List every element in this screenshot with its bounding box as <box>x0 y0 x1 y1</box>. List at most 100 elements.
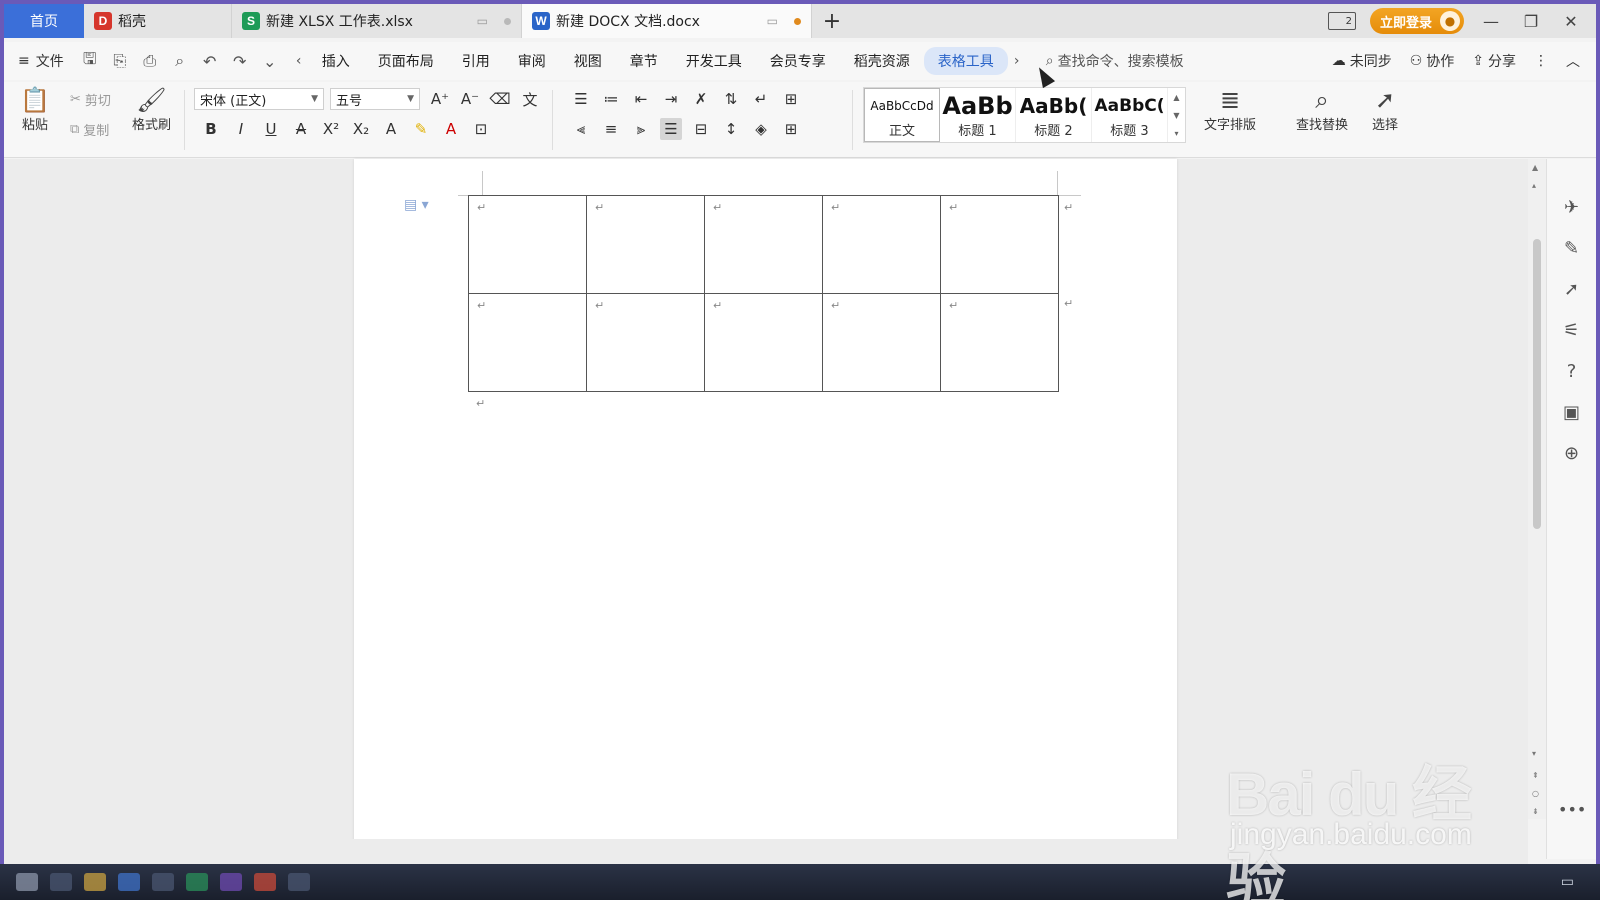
font-size-select[interactable]: 五号 ▼ <box>330 88 420 110</box>
phonetic-guide-icon[interactable]: 文 <box>519 88 541 110</box>
doc-options-icon[interactable]: ▤ ▾ <box>404 197 429 213</box>
save-icon[interactable]: 🖫 <box>80 48 100 75</box>
table-cell[interactable]: ↵ <box>468 195 587 294</box>
chevron-right-icon[interactable]: › <box>1008 53 1026 69</box>
notification-icon[interactable]: ▭ <box>1561 874 1600 890</box>
scroll-thumb[interactable] <box>1533 239 1541 529</box>
align-left-icon[interactable]: ⫷ <box>570 118 592 140</box>
command-search[interactable]: ⌕ 查找命令、搜索模板 <box>1046 51 1184 71</box>
paste-button[interactable]: 📋 粘贴 <box>20 86 50 133</box>
print-icon[interactable]: ⎙ <box>140 51 160 71</box>
taskbar-app-icon[interactable] <box>84 873 106 891</box>
restore-icon[interactable]: ❐ <box>1518 12 1544 31</box>
more-horizontal-icon[interactable]: ••• <box>1558 800 1586 819</box>
font-color-icon[interactable]: A <box>440 118 462 140</box>
bullet-list-icon[interactable]: ☰ <box>570 88 592 110</box>
borders-icon[interactable]: ⊞ <box>780 118 802 140</box>
text-layout-button[interactable]: ≣ 文字排版 <box>1204 86 1256 133</box>
format-painter-button[interactable]: 🖌 格式刷 <box>132 86 171 133</box>
grow-font-icon[interactable]: A⁺ <box>429 88 451 110</box>
export-pdf-icon[interactable]: ⎘ <box>110 51 130 71</box>
font-name-select[interactable]: 宋体 (正文) ▼ <box>194 88 324 110</box>
style-heading-1[interactable]: AaBb 标题 1 <box>940 88 1016 142</box>
next-page-icon[interactable]: ⇟ <box>1532 807 1539 816</box>
scroll-up-icon[interactable]: ▴ <box>1532 181 1536 190</box>
increase-indent-icon[interactable]: ⇥ <box>660 88 682 110</box>
menu-insert[interactable]: 插入 <box>308 47 364 75</box>
taskbar-app-icon[interactable] <box>152 873 174 891</box>
select-browse-icon[interactable]: ○ <box>1532 789 1539 798</box>
minimize-icon[interactable]: — <box>1478 12 1504 31</box>
navigation-icon[interactable]: ⊕ <box>1560 441 1584 465</box>
menu-references[interactable]: 引用 <box>448 47 504 75</box>
justify-icon[interactable]: ☰ <box>660 118 682 140</box>
chinese-layout-icon[interactable]: ✗ <box>690 88 712 110</box>
tab-xlsx[interactable]: S 新建 XLSX 工作表.xlsx ▭ <box>232 4 522 38</box>
table-cell[interactable]: ↵ <box>468 293 587 392</box>
show-marks-icon[interactable]: ↵ <box>750 88 772 110</box>
align-center-icon[interactable]: ≡ <box>600 118 622 140</box>
scroll-down-icon[interactable]: ▾ <box>1532 749 1536 758</box>
table-cell[interactable]: ↵ <box>822 195 941 294</box>
text-effect-icon[interactable]: A <box>380 118 402 140</box>
table-cell[interactable]: ↵ <box>822 293 941 392</box>
shrink-font-icon[interactable]: A⁻ <box>459 88 481 110</box>
char-border-icon[interactable]: ⊡ <box>470 118 492 140</box>
document-table[interactable]: ↵ ↵ ↵ ↵ ↵ ↵ ↵ ↵ ↵ ↵ <box>468 195 1059 392</box>
taskbar-app-icon[interactable] <box>118 873 140 891</box>
taskbar-app-icon[interactable] <box>50 873 72 891</box>
subscript-icon[interactable]: X₂ <box>350 118 372 140</box>
tab-daoke[interactable]: D 稻壳 <box>84 4 232 38</box>
table-cell[interactable]: ↵ <box>940 293 1059 392</box>
style-heading-3[interactable]: AaBbC( 标题 3 <box>1092 88 1168 142</box>
table-cell[interactable]: ↵ <box>586 195 705 294</box>
vertical-scrollbar[interactable]: ▲ ▴ ▾ ⇞ ○ ⇟ <box>1528 159 1546 819</box>
line-spacing-icon[interactable]: ↕ <box>720 118 742 140</box>
decrease-indent-icon[interactable]: ⇤ <box>630 88 652 110</box>
tab-docx[interactable]: W 新建 DOCX 文档.docx ▭ <box>522 4 812 38</box>
expand-gallery-icon[interactable]: ▾ <box>1174 129 1178 138</box>
monitor-icon[interactable]: ▭ <box>767 14 778 28</box>
settings-sliders-icon[interactable]: ⚟ <box>1560 318 1584 342</box>
sort-icon[interactable]: ⇅ <box>720 88 742 110</box>
superscript-icon[interactable]: X² <box>320 118 342 140</box>
table-cell[interactable]: ↵ <box>704 293 823 392</box>
prev-page-icon[interactable]: ⇞ <box>1532 771 1539 780</box>
help-icon[interactable]: ? <box>1560 359 1584 383</box>
table-cell[interactable]: ↵ <box>586 293 705 392</box>
numbered-list-icon[interactable]: ≔ <box>600 88 622 110</box>
rocket-icon[interactable]: ✈ <box>1560 195 1584 219</box>
menu-developer[interactable]: 开发工具 <box>672 47 756 75</box>
taskbar-app-icon[interactable] <box>288 873 310 891</box>
more-vertical-icon[interactable]: ⋮ <box>1534 53 1548 69</box>
redo-icon[interactable]: ↷ <box>230 52 250 71</box>
print-preview-icon[interactable]: ⌕ <box>170 51 190 71</box>
taskbar-app-icon[interactable] <box>220 873 242 891</box>
menu-daoke-resources[interactable]: 稻壳资源 <box>840 47 924 75</box>
find-replace-button[interactable]: ⌕ 查找替换 <box>1296 86 1348 133</box>
menu-chapter[interactable]: 章节 <box>616 47 672 75</box>
undo-icon[interactable]: ↶ <box>200 52 220 71</box>
window-layout-button[interactable]: 2 <box>1327 12 1356 30</box>
highlight-icon[interactable]: ✎ <box>410 118 432 140</box>
customize-dropdown-icon[interactable]: ⌄ <box>260 52 280 71</box>
style-heading-2[interactable]: AaBb( 标题 2 <box>1016 88 1092 142</box>
table-cell[interactable]: ↵ <box>940 195 1059 294</box>
menu-review[interactable]: 审阅 <box>504 47 560 75</box>
pen-icon[interactable]: ✎ <box>1560 236 1584 260</box>
cursor-select-icon[interactable]: ➚ <box>1560 277 1584 301</box>
align-right-icon[interactable]: ⫸ <box>630 118 652 140</box>
style-normal[interactable]: AaBbCcDd 正文 <box>864 88 940 142</box>
collapse-ribbon-icon[interactable]: ︿ <box>1566 51 1580 71</box>
scroll-top-icon[interactable]: ▲ <box>1532 163 1538 172</box>
image-tool-icon[interactable]: ▣ <box>1560 400 1584 424</box>
document-area[interactable]: ▤ ▾ ↵ ↵ ↵ ↵ ↵ ↵ ↵ ↵ ↵ ↵ ↵ ↵ ↵ <box>4 159 1528 859</box>
table-tools-icon[interactable]: ⊞ <box>780 88 802 110</box>
close-icon[interactable]: ✕ <box>1558 12 1584 31</box>
taskbar-app-icon[interactable] <box>186 873 208 891</box>
menu-view[interactable]: 视图 <box>560 47 616 75</box>
taskbar-app-icon[interactable] <box>254 873 276 891</box>
start-icon[interactable] <box>16 873 38 891</box>
strikethrough-icon[interactable]: A <box>290 118 312 140</box>
chevron-up-icon[interactable]: ▲ <box>1173 93 1179 102</box>
